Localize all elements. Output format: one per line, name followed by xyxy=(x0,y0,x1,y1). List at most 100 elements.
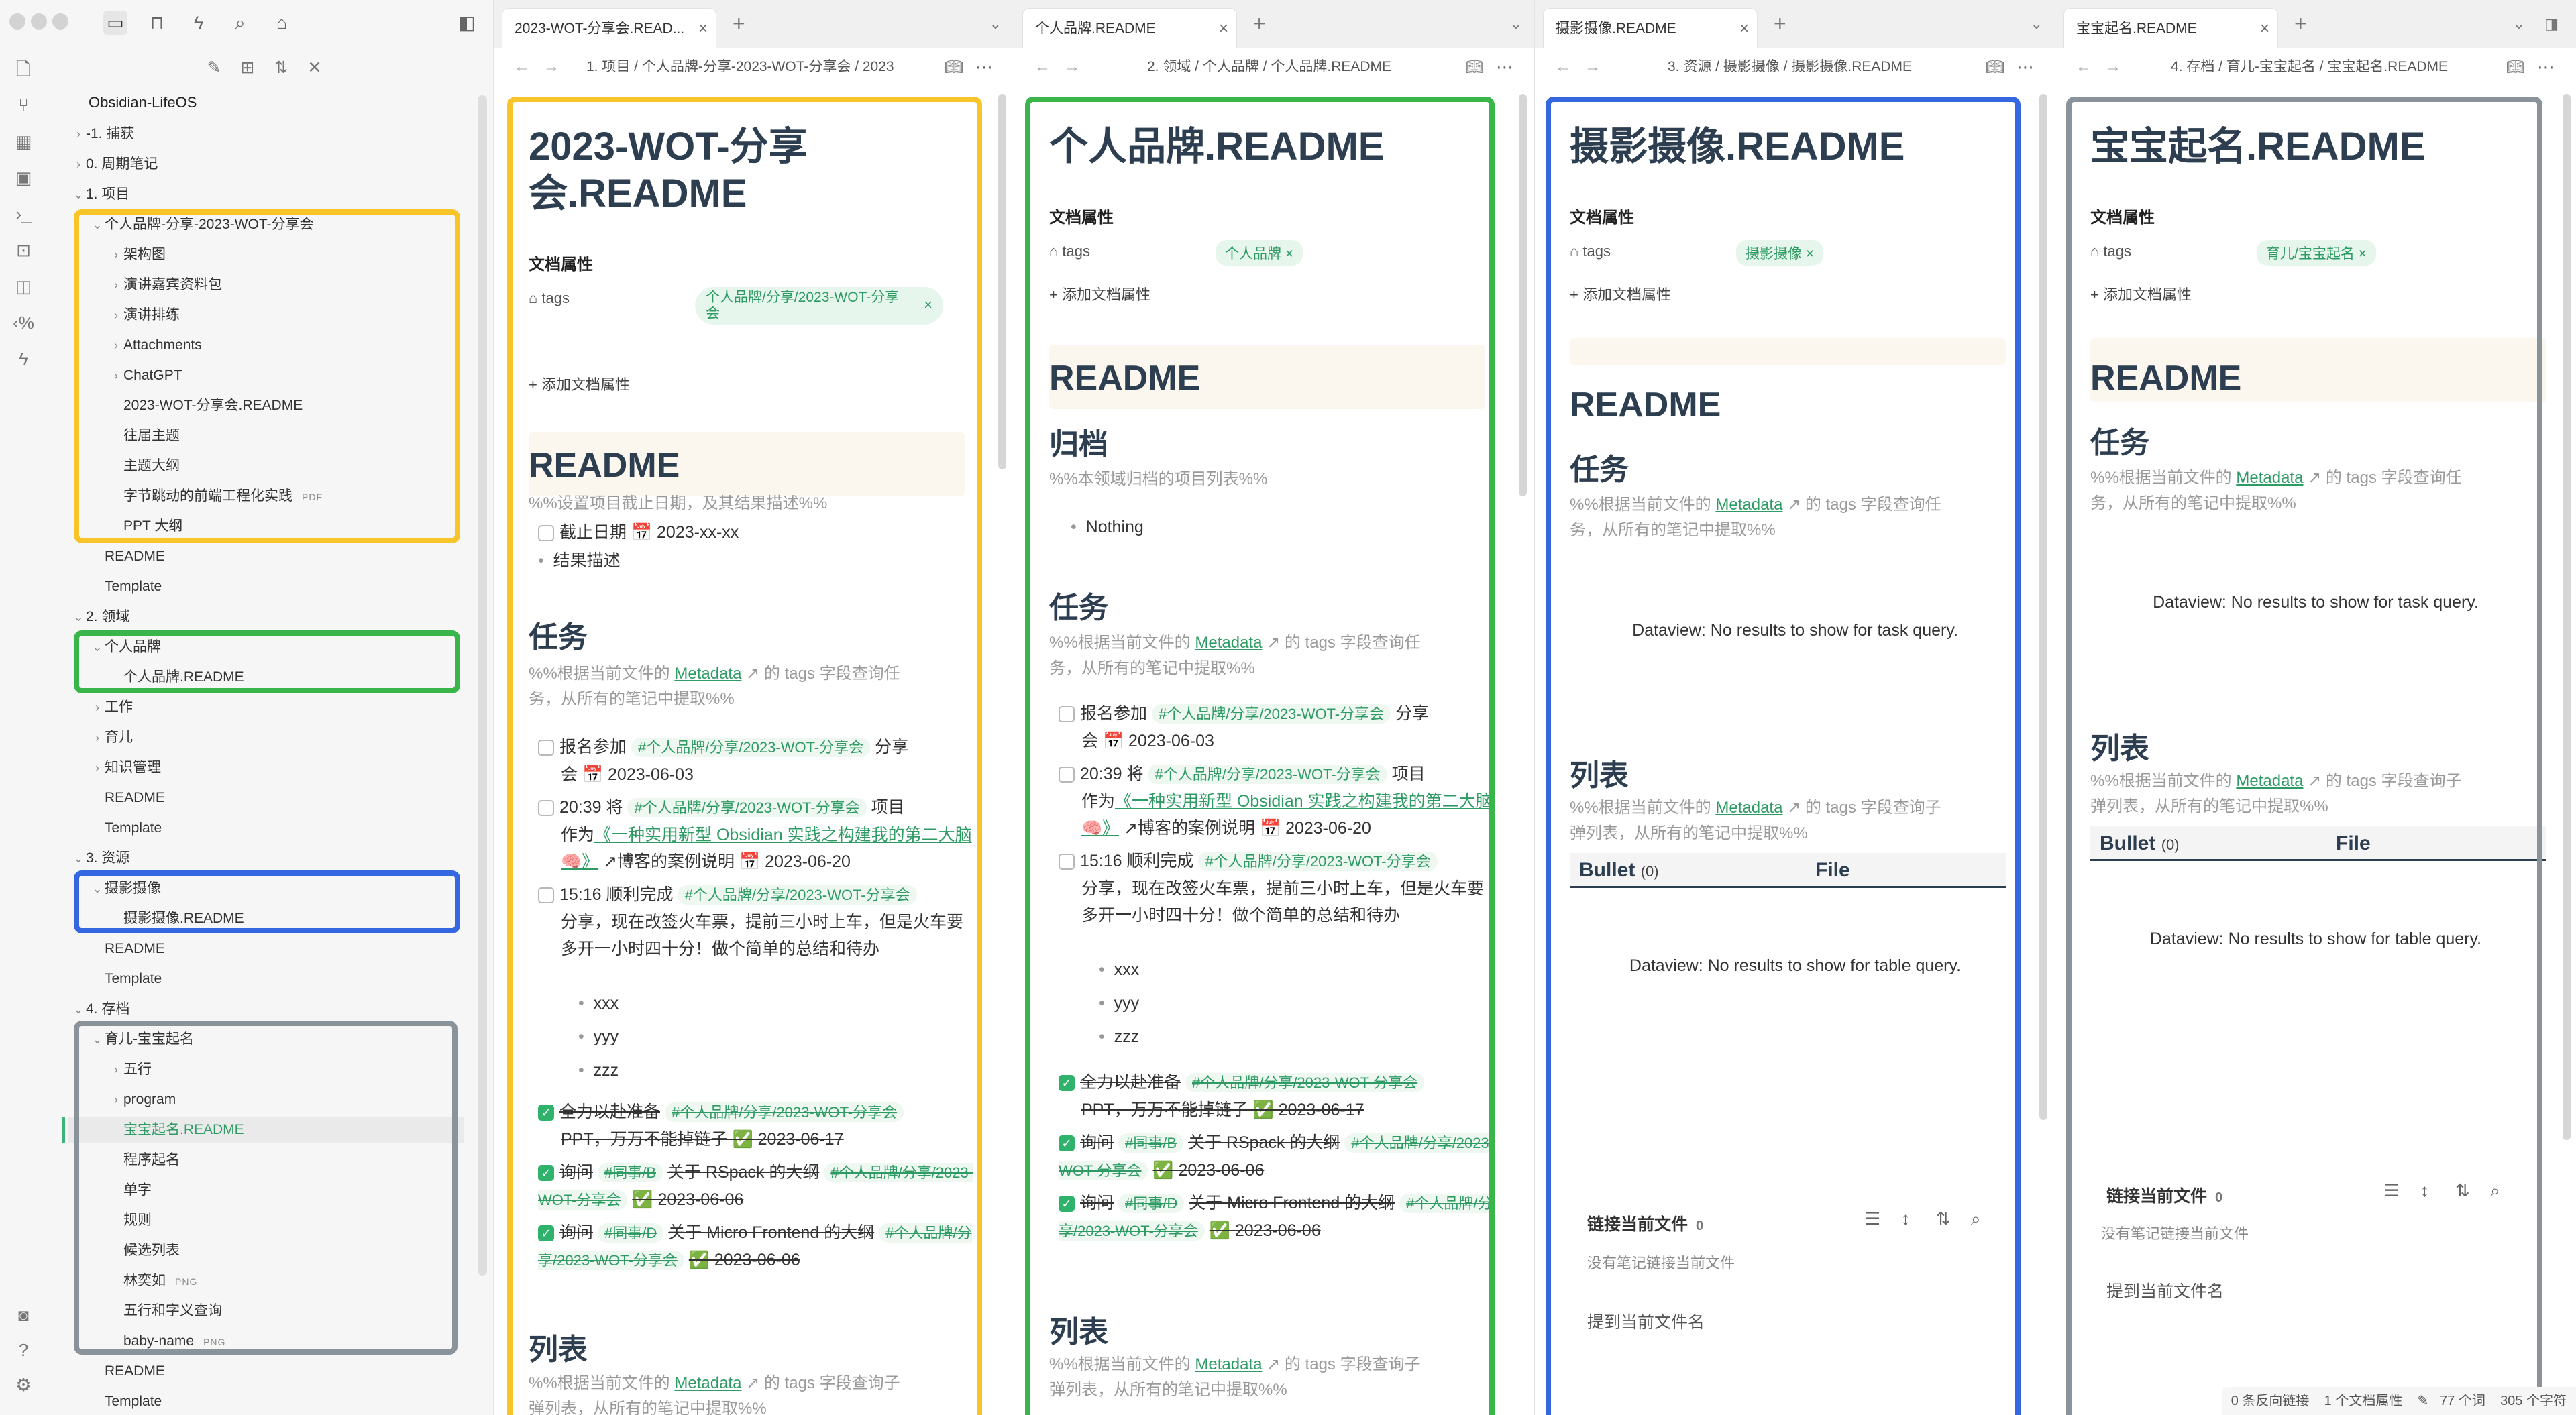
file-tree-item[interactable]: › 工作 xyxy=(48,694,133,721)
edit-mode-icon[interactable]: ✎ xyxy=(2418,1394,2429,1408)
graph-view-icon[interactable]: ⑂ xyxy=(12,94,35,117)
chevron-right-icon[interactable]: › xyxy=(71,121,86,148)
chevron-right-icon[interactable]: › xyxy=(90,724,105,751)
code-icon[interactable]: ‹% xyxy=(12,311,35,334)
forward-arrow-icon[interactable]: → xyxy=(1064,55,1080,79)
breadcrumb[interactable]: 3. 资源 / 摄影摄像 / 摄影摄像.README xyxy=(1668,55,1976,79)
forward-arrow-icon[interactable]: → xyxy=(2105,55,2121,79)
window-zoom-button-2[interactable] xyxy=(52,13,68,30)
breadcrumb[interactable]: 2. 领域 / 个人品牌 / 个人品牌.README xyxy=(1147,55,1456,79)
file-tree-label: 0. 周期笔记 xyxy=(86,156,158,172)
tab-list-chevron-icon[interactable]: ⌄ xyxy=(2031,9,2043,39)
file-tree-item[interactable]: ⌄ 4. 存档 xyxy=(48,996,129,1023)
forward-arrow-icon[interactable]: → xyxy=(543,55,559,79)
chevron-down-icon[interactable]: ⌄ xyxy=(71,604,86,630)
back-arrow-icon[interactable]: ← xyxy=(1555,55,1571,79)
more-options-icon[interactable]: ⋯ xyxy=(1496,55,1513,79)
file-tree-item[interactable]: ⌄ 1. 项目 xyxy=(48,181,129,208)
more-options-icon[interactable]: ⋯ xyxy=(2017,55,2034,79)
forward-arrow-icon[interactable]: → xyxy=(1585,55,1601,79)
chevron-right-icon[interactable]: › xyxy=(90,754,105,781)
reading-view-icon[interactable]: 📖︎ xyxy=(1465,55,1484,79)
files-icon[interactable]: ▭ xyxy=(103,11,127,35)
sort-icon[interactable]: ⇅ xyxy=(270,56,292,79)
new-tab-icon[interactable]: + xyxy=(1253,8,1266,39)
reading-view-icon[interactable]: 📖︎ xyxy=(945,55,963,79)
file-tree-item[interactable]: Template xyxy=(48,815,162,842)
vault-name[interactable]: Obsidian-LifeOS xyxy=(89,94,197,111)
file-tree-item[interactable]: › 育儿 xyxy=(48,724,133,751)
vault-switcher-icon[interactable]: ◙ xyxy=(12,1304,35,1326)
chevron-right-icon[interactable]: › xyxy=(71,151,86,178)
file-tree-item[interactable]: README xyxy=(48,785,165,811)
window-minimize-button[interactable] xyxy=(31,13,47,30)
file-tree-item[interactable]: README xyxy=(48,936,165,962)
file-tree-item[interactable]: ⌄ 3. 资源 xyxy=(48,845,129,872)
new-note-icon[interactable]: ✎ xyxy=(203,56,225,79)
breadcrumb[interactable]: 1. 项目 / 个人品牌-分享-2023-WOT-分享会 / 2023 xyxy=(586,55,935,79)
chevron-right-icon[interactable]: › xyxy=(90,694,105,721)
pane-scrollbar[interactable] xyxy=(998,94,1006,469)
reading-view-icon[interactable]: 📖︎ xyxy=(2506,55,2525,79)
file-tree-item[interactable]: Template xyxy=(48,1388,162,1415)
tab-close-icon[interactable]: × xyxy=(2260,9,2269,49)
new-tab-icon[interactable]: + xyxy=(733,8,745,39)
bookmark-icon[interactable]: ⊓ xyxy=(145,11,169,35)
file-tree-label: README xyxy=(105,1363,165,1379)
file-tree-item[interactable]: › 知识管理 xyxy=(48,754,161,781)
chevron-down-icon[interactable]: ⌄ xyxy=(71,845,86,872)
reading-view-icon[interactable]: 📖︎ xyxy=(1986,55,2004,79)
tab-close-icon[interactable]: × xyxy=(698,9,708,49)
tab-list-chevron-icon[interactable]: ⌄ xyxy=(989,9,1002,39)
tab-close-icon[interactable]: × xyxy=(1219,9,1228,49)
search-icon[interactable]: ⌕ xyxy=(228,11,252,35)
kanban-icon[interactable]: ◫ xyxy=(12,275,35,298)
open-quick-switcher-icon[interactable]: 🗋 xyxy=(12,58,35,80)
status-properties[interactable]: 1 个文档属性 xyxy=(2324,1394,2403,1408)
file-tree-item[interactable]: README xyxy=(48,543,165,570)
command-palette-icon[interactable]: ›_ xyxy=(12,203,35,225)
view-header: ← → 2. 领域 / 个人品牌 / 个人品牌.README 📖︎ ⋯ xyxy=(1014,48,1534,86)
tab-active[interactable]: 个人品牌.README × xyxy=(1022,8,1237,48)
status-backlinks[interactable]: 0 条反向链接 xyxy=(2231,1394,2310,1408)
settings-gear-icon[interactable]: ⚙ xyxy=(12,1373,35,1396)
file-tree-item[interactable]: Template xyxy=(48,573,162,600)
new-tab-icon[interactable]: + xyxy=(2294,8,2307,39)
collapse-all-icon[interactable]: ✕ xyxy=(303,56,326,79)
tab-active[interactable]: 宝宝起名.README × xyxy=(2063,8,2278,48)
chevron-down-icon[interactable]: ⌄ xyxy=(71,996,86,1023)
file-tree-item[interactable]: Template xyxy=(48,966,162,993)
new-folder-icon[interactable]: ⊞ xyxy=(236,56,259,79)
more-options-icon[interactable]: ⋯ xyxy=(2537,55,2555,79)
tab-close-icon[interactable]: × xyxy=(1739,9,1749,49)
tab-active[interactable]: 2023-WOT-分享会.READ... × xyxy=(502,8,716,48)
back-arrow-icon[interactable]: ← xyxy=(1034,55,1051,79)
lightning-icon[interactable]: ϟ xyxy=(12,347,35,370)
tab-list-chevron-icon[interactable]: ⌄ xyxy=(2513,9,2525,39)
window-close-button[interactable] xyxy=(9,13,25,30)
pane-scrollbar[interactable] xyxy=(1519,94,1527,496)
tab-list-chevron-icon[interactable]: ⌄ xyxy=(1510,9,1522,39)
file-tree-item[interactable]: ⌄ 2. 领域 xyxy=(48,604,129,630)
tags-icon[interactable]: ⌂ xyxy=(270,11,294,35)
breadcrumb[interactable]: 4. 存档 / 育儿-宝宝起名 / 宝宝起名.README xyxy=(2171,55,2506,79)
file-tree-item[interactable]: README xyxy=(48,1358,165,1385)
daily-note-icon[interactable]: ▣ xyxy=(12,166,35,189)
back-arrow-icon[interactable]: ← xyxy=(514,55,530,79)
right-sidebar-toggle-icon[interactable]: ◨ xyxy=(2544,9,2559,39)
help-icon[interactable]: ? xyxy=(12,1339,35,1361)
file-tree-item[interactable]: › 0. 周期笔记 xyxy=(48,151,158,178)
templates-icon[interactable]: ⊡ xyxy=(12,239,35,262)
chevron-down-icon[interactable]: ⌄ xyxy=(71,181,86,208)
back-arrow-icon[interactable]: ← xyxy=(2076,55,2092,79)
sidebar-toggle-icon[interactable]: ◧ xyxy=(455,11,479,35)
new-tab-icon[interactable]: + xyxy=(1774,8,1786,39)
tab-active[interactable]: 摄影摄像.README × xyxy=(1543,8,1758,48)
status-chars: 305 个字符 xyxy=(2500,1394,2567,1408)
canvas-icon[interactable]: ▦ xyxy=(12,130,35,153)
explorer-scrollbar[interactable] xyxy=(478,95,487,1276)
pane-scrollbar[interactable] xyxy=(2563,94,2571,1140)
lightning-panel-icon[interactable]: ϟ xyxy=(186,11,211,35)
more-options-icon[interactable]: ⋯ xyxy=(975,55,993,79)
file-tree-item[interactable]: › -1. 捕获 xyxy=(48,121,134,148)
